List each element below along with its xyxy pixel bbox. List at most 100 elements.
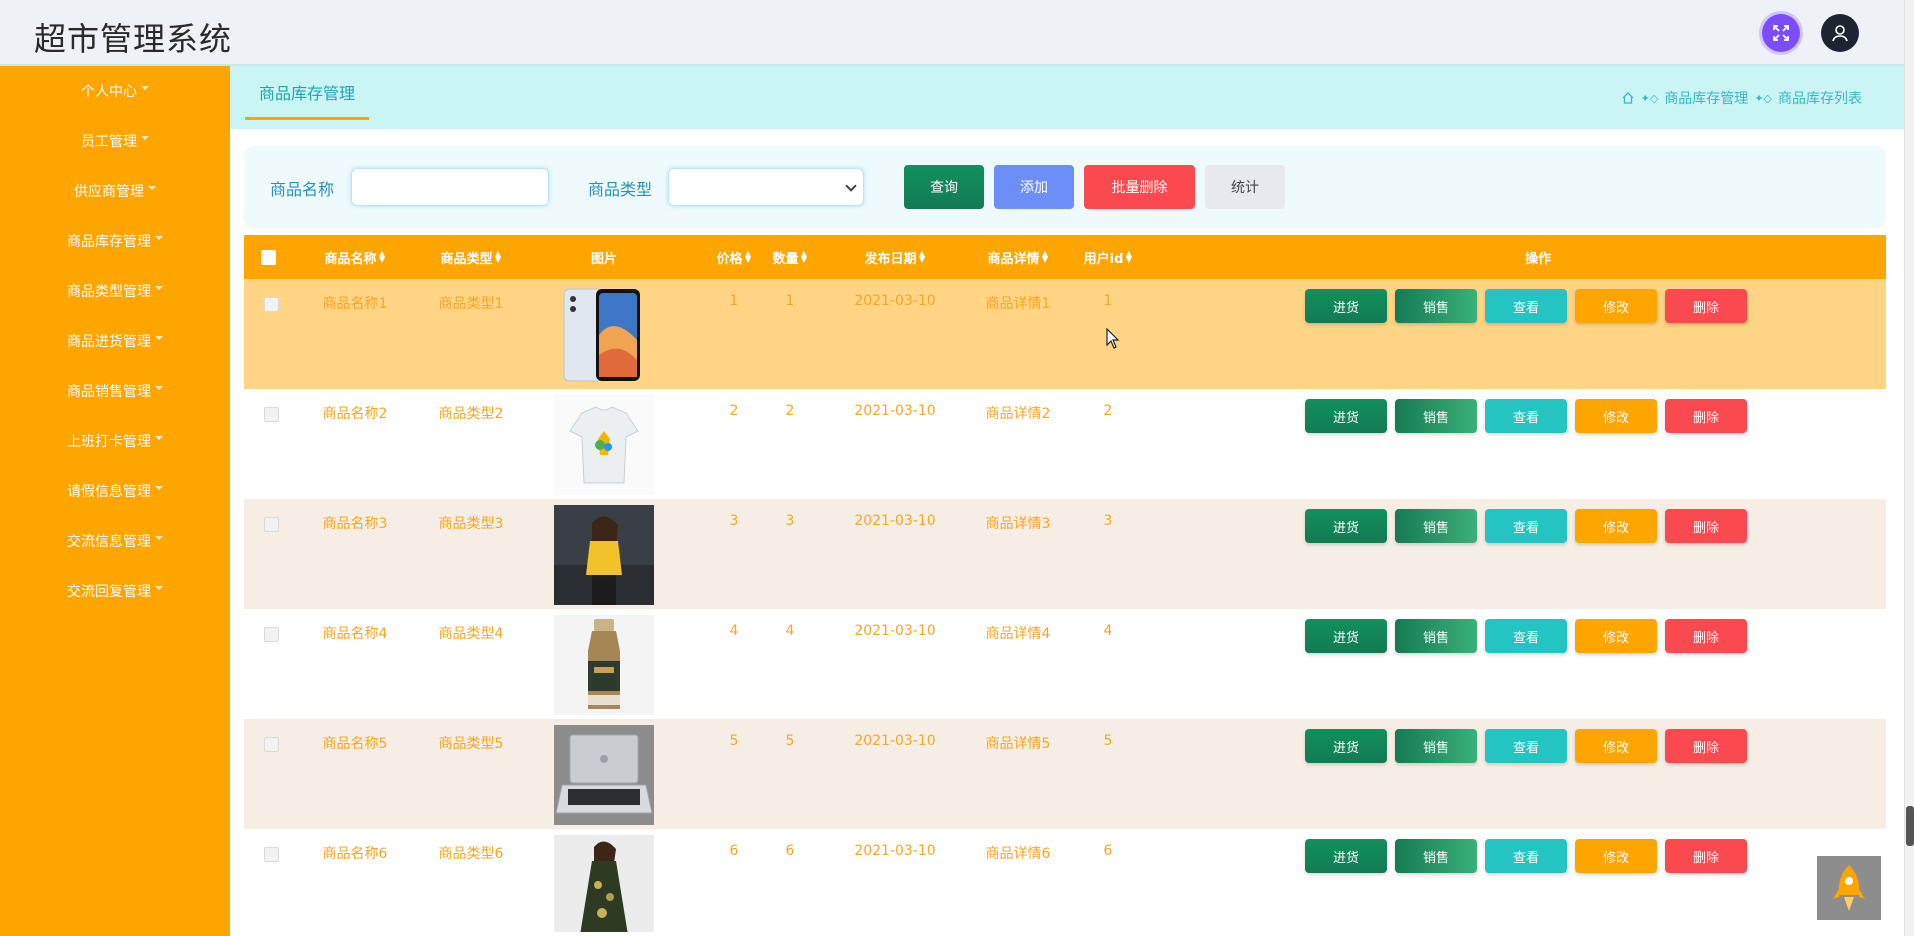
sort-icon[interactable]: ▲ ▼ <box>379 250 386 264</box>
col-date[interactable]: 发布日期 ▲ ▼ <box>854 235 936 279</box>
table-row[interactable]: 商品名称6 商品类型6 6 6 2021-03-10 商品详情6 6 进货 销售… <box>244 829 1886 936</box>
sidebar-item-message[interactable]: 交流信息管理 <box>0 516 230 566</box>
delete-button[interactable]: 删除 <box>1665 399 1747 433</box>
cell-date: 2021-03-10 <box>854 623 936 639</box>
user-menu-button[interactable] <box>1821 14 1859 52</box>
purchase-button[interactable]: 进货 <box>1305 839 1387 873</box>
table-row[interactable]: 商品名称3 商品类型3 3 3 2021-03-10 商品详情3 3 进货 销售… <box>244 499 1886 609</box>
edit-button[interactable]: 修改 <box>1575 839 1657 873</box>
crumb-inventory[interactable]: 商品库存管理 <box>1664 88 1748 108</box>
crumb-inventory-list: 商品库存列表 <box>1778 91 1862 107</box>
sell-button[interactable]: 销售 <box>1395 619 1477 653</box>
sidebar-item-sales[interactable]: 商品销售管理 <box>0 366 230 416</box>
purchase-button[interactable]: 进货 <box>1305 399 1387 433</box>
cell-date: 2021-03-10 <box>854 733 936 749</box>
col-name[interactable]: 商品名称 ▲ ▼ <box>320 235 390 279</box>
delete-button[interactable]: 删除 <box>1665 839 1747 873</box>
delete-button[interactable]: 删除 <box>1665 729 1747 763</box>
col-price[interactable]: 价格 ▲ ▼ <box>712 235 756 279</box>
sell-button[interactable]: 销售 <box>1395 839 1477 873</box>
cell-detail: 商品详情1 <box>985 296 1051 312</box>
sidebar-item-purchase[interactable]: 商品进货管理 <box>0 316 230 366</box>
col-label: 数量 <box>772 251 799 267</box>
purchase-button[interactable]: 进货 <box>1305 729 1387 763</box>
cell-type: 商品类型2 <box>438 406 504 422</box>
fullscreen-button[interactable] <box>1762 14 1800 52</box>
back-to-top-button[interactable] <box>1817 856 1881 920</box>
sidebar-item-checkin[interactable]: 上班打卡管理 <box>0 416 230 466</box>
view-button[interactable]: 查看 <box>1485 289 1567 323</box>
sidebar-item-personal[interactable]: 个人中心 <box>0 66 230 116</box>
sidebar-item-category[interactable]: 商品类型管理 <box>0 266 230 316</box>
delete-button[interactable]: 删除 <box>1665 619 1747 653</box>
col-qty[interactable]: 数量 ▲ ▼ <box>768 235 812 279</box>
query-button[interactable]: 查询 <box>904 165 984 209</box>
col-detail[interactable]: 商品详情 ▲ ▼ <box>981 235 1055 279</box>
edit-button[interactable]: 修改 <box>1575 399 1657 433</box>
edit-button[interactable]: 修改 <box>1575 729 1657 763</box>
table-row[interactable]: 商品名称2 商品类型2 2 2 2021-03-10 商品详情2 2 进货 销售… <box>244 389 1886 499</box>
sidebar-item-staff[interactable]: 员工管理 <box>0 116 230 166</box>
home-icon[interactable] <box>1621 91 1635 105</box>
cell-detail: 商品详情4 <box>985 626 1051 642</box>
table-row[interactable]: 商品名称1 商品类型1 1 1 2021-03-10 商品详情1 1 进货 销售… <box>244 279 1886 389</box>
delete-button[interactable]: 删除 <box>1665 509 1747 543</box>
sort-icon[interactable]: ▲ ▼ <box>801 250 808 264</box>
product-type-select[interactable] <box>668 168 864 206</box>
sort-icon[interactable]: ▲ ▼ <box>1042 250 1049 264</box>
cell-date: 2021-03-10 <box>854 293 936 309</box>
sidebar-item-label: 供应商管理 <box>74 184 144 200</box>
sidebar-item-reply[interactable]: 交流回复管理 <box>0 566 230 616</box>
sort-icon[interactable]: ▲ ▼ <box>745 250 752 264</box>
sidebar-item-inventory[interactable]: 商品库存管理 <box>0 216 230 266</box>
batch-delete-button[interactable]: 批量删除 <box>1084 165 1195 209</box>
view-button[interactable]: 查看 <box>1485 619 1567 653</box>
cell-qty: 4 <box>785 623 795 639</box>
edit-button[interactable]: 修改 <box>1575 289 1657 323</box>
row-checkbox[interactable] <box>264 627 279 642</box>
page-scrollbar[interactable] <box>1904 0 1914 936</box>
delete-button[interactable]: 删除 <box>1665 289 1747 323</box>
table-row[interactable]: 商品名称4 商品类型4 4 4 2021-03-10 商品详情4 4 进货 销售… <box>244 609 1886 719</box>
row-checkbox[interactable] <box>264 297 279 312</box>
view-button[interactable]: 查看 <box>1485 509 1567 543</box>
col-label: 用户id <box>1083 251 1124 267</box>
view-button[interactable]: 查看 <box>1485 839 1567 873</box>
name-label: 商品名称 <box>270 180 335 199</box>
stats-button[interactable]: 统计 <box>1205 165 1285 209</box>
col-label: 商品类型 <box>440 251 493 267</box>
row-checkbox[interactable] <box>264 847 279 862</box>
sidebar-item-supplier[interactable]: 供应商管理 <box>0 166 230 216</box>
sort-icon[interactable]: ▲ ▼ <box>495 250 502 264</box>
sidebar-item-leave[interactable]: 请假信息管理 <box>0 466 230 516</box>
add-button[interactable]: 添加 <box>994 165 1074 209</box>
checkbox[interactable] <box>260 249 276 265</box>
scroll-thumb[interactable] <box>1906 806 1914 846</box>
table-row[interactable]: 商品名称5 商品类型5 5 5 2021-03-10 商品详情5 5 进货 销售… <box>244 719 1886 829</box>
sell-button[interactable]: 销售 <box>1395 509 1477 543</box>
sidebar-item-label: 交流回复管理 <box>67 584 151 600</box>
view-button[interactable]: 查看 <box>1485 729 1567 763</box>
col-label: 商品详情 <box>987 251 1040 267</box>
product-image-tshirt <box>554 395 654 495</box>
sell-button[interactable]: 销售 <box>1395 399 1477 433</box>
purchase-button[interactable]: 进货 <box>1305 509 1387 543</box>
product-name-input[interactable] <box>351 168 549 206</box>
sort-icon[interactable]: ▲ ▼ <box>919 250 926 264</box>
sell-button[interactable]: 销售 <box>1395 729 1477 763</box>
edit-button[interactable]: 修改 <box>1575 509 1657 543</box>
select-all-checkbox[interactable] <box>258 235 278 279</box>
edit-button[interactable]: 修改 <box>1575 619 1657 653</box>
sidebar-item-label: 上班打卡管理 <box>67 434 151 450</box>
col-userid[interactable]: 用户id ▲ ▼ <box>1078 235 1138 279</box>
view-button[interactable]: 查看 <box>1485 399 1567 433</box>
row-checkbox[interactable] <box>264 407 279 422</box>
sell-button[interactable]: 销售 <box>1395 289 1477 323</box>
col-type[interactable]: 商品类型 ▲ ▼ <box>436 235 506 279</box>
sort-icon[interactable]: ▲ ▼ <box>1125 250 1132 264</box>
row-checkbox[interactable] <box>264 737 279 752</box>
purchase-button[interactable]: 进货 <box>1305 289 1387 323</box>
purchase-button[interactable]: 进货 <box>1305 619 1387 653</box>
row-checkbox[interactable] <box>264 517 279 532</box>
tab-inventory[interactable]: 商品库存管理 <box>245 66 370 120</box>
